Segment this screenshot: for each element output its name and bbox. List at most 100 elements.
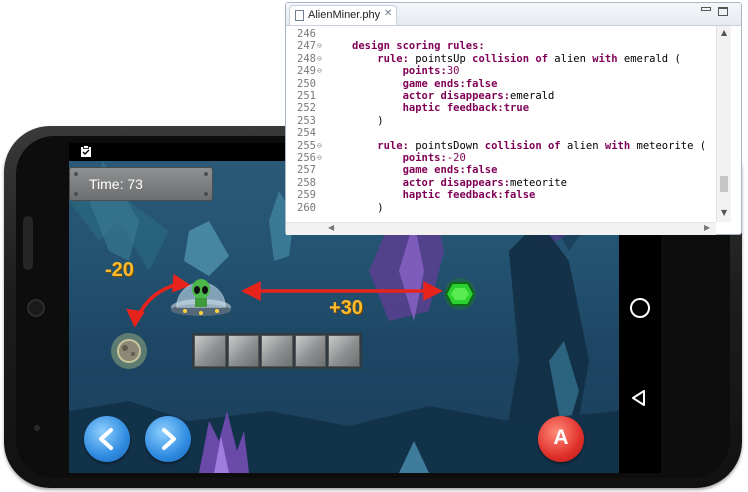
code-line: 254 xyxy=(286,127,716,139)
arrow-right-icon xyxy=(162,428,176,450)
code-editor-window: AlienMiner.phy ✕ 246 247 ⊖ design scoring r… xyxy=(285,2,742,235)
code-token: pointsDown xyxy=(408,139,485,152)
line-number: 256 xyxy=(297,152,316,164)
code-text: design scoring rules: xyxy=(352,40,485,52)
code-text: actor disappears:emerald xyxy=(352,90,555,102)
stone-block xyxy=(261,335,293,367)
scroll-left-icon[interactable]: ◀ xyxy=(328,223,334,232)
line-number: 249 xyxy=(297,65,316,78)
tab-alienminer[interactable]: AlienMiner.phy ✕ xyxy=(289,5,397,25)
code-token: alien xyxy=(560,139,605,152)
move-left-button[interactable] xyxy=(84,416,130,462)
code-area[interactable]: 246 247 ⊖ design scoring rules: 248 ⊖ rule: p… xyxy=(286,26,716,222)
line-number: 260 xyxy=(297,201,316,214)
fold-toggle-icon[interactable]: ⊖ xyxy=(317,65,322,77)
timer-rivet xyxy=(204,192,208,196)
scroll-down-icon[interactable]: ▼ xyxy=(721,208,727,217)
code-token: alien xyxy=(547,52,593,65)
fold-toggle-icon[interactable]: ⊖ xyxy=(317,53,322,65)
code-token: haptic feedback: xyxy=(402,189,504,202)
timer-text: Time: 73 xyxy=(89,176,143,192)
code-token: false xyxy=(465,164,498,177)
code-token: pointsUp xyxy=(408,52,473,65)
code-text: points:-20 xyxy=(352,152,466,164)
code-line: 246 xyxy=(286,28,716,40)
code-token: design scoring rules: xyxy=(352,40,485,53)
back-triangle-icon[interactable] xyxy=(630,389,648,407)
line-number: 248 xyxy=(297,52,316,65)
code-token: with xyxy=(592,52,618,65)
code-token: rule: xyxy=(377,52,409,65)
code-line: 249 ⊖ points:30 xyxy=(286,65,716,77)
scroll-right-icon[interactable]: ▶ xyxy=(704,223,710,232)
code-token: with xyxy=(604,139,631,152)
line-number: 246 xyxy=(297,28,316,40)
code-token: actor disappears: xyxy=(402,90,511,102)
code-text: haptic feedback:false xyxy=(352,189,536,202)
score-positive-label: +30 xyxy=(329,297,363,319)
code-text: rule: pointsUp collision of alien with e… xyxy=(352,52,681,65)
code-token: points: xyxy=(402,152,447,164)
action-a-label: A xyxy=(553,426,569,449)
emerald-sprite xyxy=(444,278,476,310)
stone-block xyxy=(194,335,226,367)
line-number: 259 xyxy=(297,189,316,202)
editor-tab-bar: AlienMiner.phy ✕ xyxy=(286,3,741,26)
code-text: game ends:false xyxy=(352,77,498,90)
fold-toggle-icon[interactable]: ⊖ xyxy=(317,40,322,52)
maximize-icon[interactable] xyxy=(718,7,728,16)
meteorite-sprite xyxy=(111,333,147,369)
code-text: game ends:false xyxy=(352,164,498,177)
stone-block xyxy=(294,335,327,367)
code-line: 259 haptic feedback:false xyxy=(286,189,716,201)
line-number: 255 xyxy=(297,139,316,152)
timer-panel: Time: 73 xyxy=(69,167,213,201)
code-token: meteorite ( xyxy=(630,139,707,152)
code-token: actor disappears: xyxy=(402,176,511,189)
code-text: rule: pointsDown collision of alien with… xyxy=(352,140,706,152)
vertical-scrollbar[interactable]: ▲ ▼ xyxy=(716,26,731,222)
code-line: 260 ) xyxy=(286,202,716,214)
code-token: ) xyxy=(377,114,384,127)
code-token: rule: xyxy=(377,139,409,152)
move-right-button[interactable] xyxy=(145,416,191,462)
code-line: 257 game ends:false xyxy=(286,164,716,176)
home-circle-icon[interactable] xyxy=(630,298,650,318)
line-number: 252 xyxy=(297,102,316,115)
code-token: game ends: xyxy=(402,77,466,90)
horizontal-scrollbar[interactable]: ◀ ▶ xyxy=(286,222,716,235)
code-line: 247 ⊖ design scoring rules: xyxy=(286,40,716,52)
code-line: 251 actor disappears:emerald xyxy=(286,90,716,102)
line-number: 250 xyxy=(297,77,316,90)
line-number: 247 xyxy=(297,40,316,53)
timer-rivet xyxy=(204,172,208,176)
code-token: game ends: xyxy=(402,164,466,177)
line-number: 251 xyxy=(297,90,316,102)
line-number: 253 xyxy=(297,114,316,127)
scroll-up-icon[interactable]: ▲ xyxy=(721,28,727,37)
code-token: emerald xyxy=(510,90,555,102)
code-token: true xyxy=(503,102,530,115)
minimize-icon[interactable] xyxy=(701,7,711,11)
clipboard-check-icon xyxy=(81,145,91,157)
code-token: false xyxy=(503,189,536,202)
code-token: haptic feedback: xyxy=(402,102,504,115)
arrow-left-icon xyxy=(99,428,113,450)
code-line: 250 game ends:false xyxy=(286,78,716,90)
score-negative-label: -20 xyxy=(105,259,134,281)
code-token: emerald ( xyxy=(617,52,681,65)
action-a-button[interactable]: A xyxy=(538,416,584,462)
fold-toggle-icon[interactable]: ⊖ xyxy=(317,140,322,152)
timer-rivet xyxy=(74,192,78,196)
phone-camera xyxy=(29,301,43,315)
code-text: actor disappears:meteorite xyxy=(352,177,567,189)
scroll-thumb[interactable] xyxy=(720,176,728,192)
fold-toggle-icon[interactable]: ⊖ xyxy=(317,152,322,164)
code-token: collision of xyxy=(472,52,548,65)
code-token: collision of xyxy=(484,139,561,152)
tab-close-icon[interactable]: ✕ xyxy=(384,8,392,19)
code-line: 248 ⊖ rule: pointsUp collision of alien w… xyxy=(286,53,716,65)
code-text: points:30 xyxy=(352,65,460,77)
stone-block-platform xyxy=(192,333,362,369)
code-line: 256 ⊖ points:-20 xyxy=(286,152,716,164)
